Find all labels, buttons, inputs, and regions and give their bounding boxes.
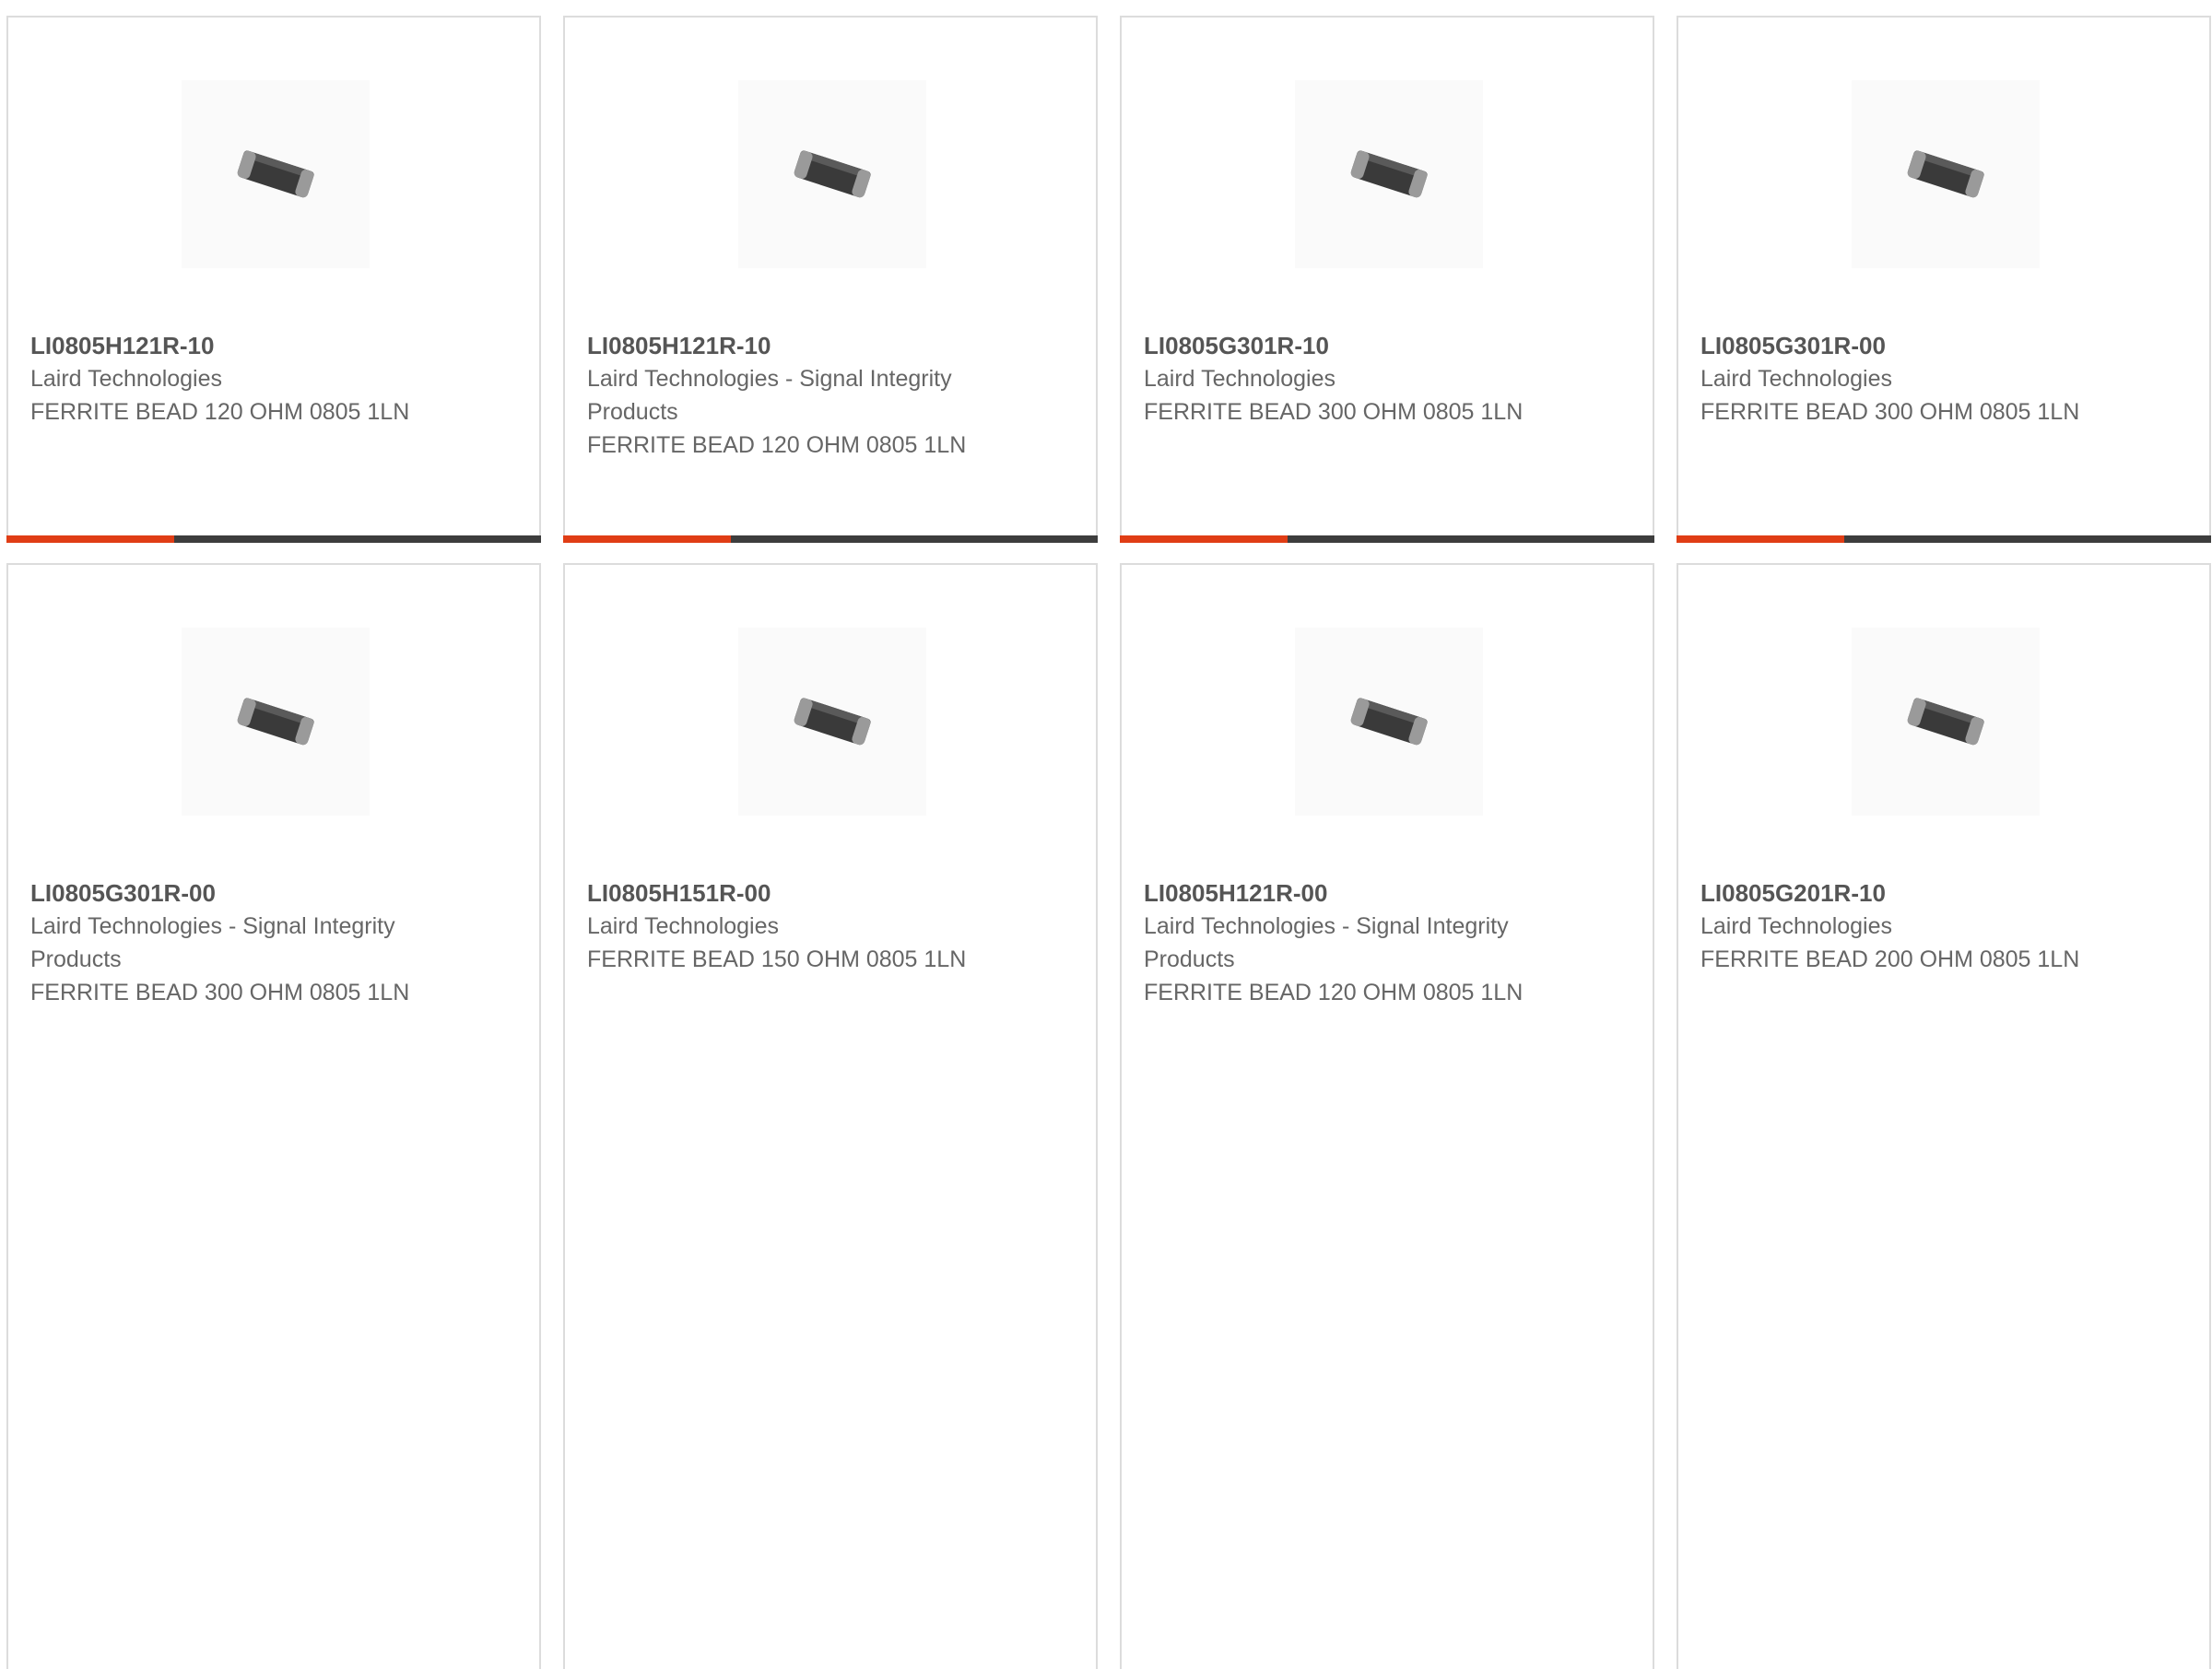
part-number[interactable]: LI0805G301R-00 — [1700, 329, 2106, 362]
ferrite-bead-chip-icon — [1907, 698, 1984, 746]
product-image[interactable] — [182, 80, 370, 268]
product-image[interactable] — [1295, 80, 1483, 268]
card-bottom-bar-accent — [1677, 535, 1844, 543]
manufacturer: Laird Technologies — [30, 366, 223, 392]
product-info: LI0805G301R-00 Laird Technologies FERRIT… — [1700, 329, 2106, 429]
card-bottom-bar-accent — [563, 535, 731, 543]
card-bottom-bar — [6, 535, 541, 543]
part-number[interactable]: LI0805G201R-10 — [1700, 876, 2106, 910]
part-number[interactable]: LI0805G301R-10 — [1144, 329, 1549, 362]
product-image[interactable] — [1852, 80, 2040, 268]
product-image[interactable] — [1295, 628, 1483, 816]
product-card[interactable]: LI0805H121R-10 Laird Technologies FERRIT… — [6, 16, 541, 543]
ferrite-bead-chip-icon — [237, 150, 314, 198]
product-info: LI0805H151R-00 Laird Technologies FERRIT… — [587, 876, 993, 976]
product-image[interactable] — [738, 628, 926, 816]
product-image[interactable] — [1852, 628, 2040, 816]
product-description: FERRITE BEAD 300 OHM 0805 1LN — [1700, 399, 2080, 425]
product-grid: LI0805H121R-10 Laird Technologies FERRIT… — [6, 16, 2211, 1669]
ferrite-bead-chip-icon — [1907, 150, 1984, 198]
manufacturer: Laird Technologies — [1700, 913, 1893, 939]
manufacturer: Laird Technologies — [1700, 366, 1893, 392]
product-image[interactable] — [182, 628, 370, 816]
ferrite-bead-chip-icon — [794, 150, 871, 198]
ferrite-bead-chip-icon — [1350, 698, 1428, 746]
product-description: FERRITE BEAD 120 OHM 0805 1LN — [1144, 980, 1524, 1005]
card-bottom-bar — [563, 535, 1098, 543]
product-card[interactable]: LI0805H121R-00 Laird Technologies - Sign… — [1120, 563, 1654, 1669]
ferrite-bead-chip-icon — [794, 698, 871, 746]
product-description: FERRITE BEAD 120 OHM 0805 1LN — [587, 432, 967, 458]
card-bottom-bar — [1677, 535, 2211, 543]
product-card[interactable]: LI0805H151R-00 Laird Technologies FERRIT… — [563, 563, 1098, 1669]
manufacturer: Laird Technologies - Signal Integrity Pr… — [30, 913, 395, 972]
product-description: FERRITE BEAD 300 OHM 0805 1LN — [30, 980, 410, 1005]
product-image[interactable] — [738, 80, 926, 268]
part-number[interactable]: LI0805H121R-00 — [1144, 876, 1549, 910]
ferrite-bead-chip-icon — [1350, 150, 1428, 198]
product-info: LI0805H121R-10 Laird Technologies FERRIT… — [30, 329, 436, 429]
product-description: FERRITE BEAD 300 OHM 0805 1LN — [1144, 399, 1524, 425]
product-info: LI0805G201R-10 Laird Technologies FERRIT… — [1700, 876, 2106, 976]
part-number[interactable]: LI0805H121R-10 — [30, 329, 436, 362]
product-card[interactable]: LI0805H121R-10 Laird Technologies - Sign… — [563, 16, 1098, 543]
product-card[interactable]: LI0805G201R-10 Laird Technologies FERRIT… — [1677, 563, 2211, 1669]
part-number[interactable]: LI0805G301R-00 — [30, 876, 436, 910]
product-card[interactable]: LI0805G301R-00 Laird Technologies FERRIT… — [1677, 16, 2211, 543]
product-card[interactable]: LI0805G301R-00 Laird Technologies - Sign… — [6, 563, 541, 1669]
product-description: FERRITE BEAD 150 OHM 0805 1LN — [587, 946, 967, 972]
product-description: FERRITE BEAD 120 OHM 0805 1LN — [30, 399, 410, 425]
product-description: FERRITE BEAD 200 OHM 0805 1LN — [1700, 946, 2080, 972]
part-number[interactable]: LI0805H121R-10 — [587, 329, 993, 362]
product-info: LI0805G301R-10 Laird Technologies FERRIT… — [1144, 329, 1549, 429]
manufacturer: Laird Technologies — [1144, 366, 1336, 392]
manufacturer: Laird Technologies - Signal Integrity Pr… — [1144, 913, 1509, 972]
product-info: LI0805G301R-00 Laird Technologies - Sign… — [30, 876, 436, 1009]
part-number[interactable]: LI0805H151R-00 — [587, 876, 993, 910]
card-bottom-bar — [1120, 535, 1654, 543]
product-info: LI0805H121R-00 Laird Technologies - Sign… — [1144, 876, 1549, 1009]
product-info: LI0805H121R-10 Laird Technologies - Sign… — [587, 329, 993, 462]
product-card[interactable]: LI0805G301R-10 Laird Technologies FERRIT… — [1120, 16, 1654, 543]
manufacturer: Laird Technologies — [587, 913, 780, 939]
ferrite-bead-chip-icon — [237, 698, 314, 746]
card-bottom-bar-accent — [1120, 535, 1288, 543]
card-bottom-bar-accent — [6, 535, 174, 543]
manufacturer: Laird Technologies - Signal Integrity Pr… — [587, 366, 952, 425]
